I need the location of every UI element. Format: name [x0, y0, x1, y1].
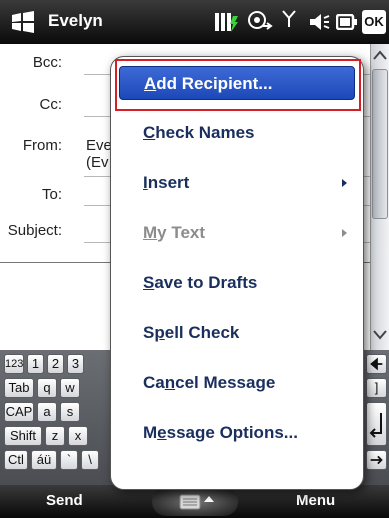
- key-ctl[interactable]: Ctl: [4, 450, 28, 470]
- message-options-menu-item[interactable]: Message Options...: [119, 416, 355, 450]
- right-arrow-key-icon[interactable]: [366, 450, 387, 470]
- bcc-label: Bcc:: [32, 54, 62, 71]
- save-to-drafts-menu-item[interactable]: Save to Drafts: [119, 266, 355, 300]
- power-icon[interactable]: [336, 14, 358, 30]
- key-accents[interactable]: áü: [31, 450, 57, 470]
- windows-flag-icon[interactable]: [10, 11, 36, 33]
- menu-softkey[interactable]: Menu: [296, 492, 335, 509]
- cc-label: Cc:: [39, 96, 63, 113]
- key-z[interactable]: z: [45, 426, 65, 446]
- from-label: From:: [22, 137, 62, 154]
- check-names-menu-item[interactable]: Check Names: [119, 116, 355, 150]
- key-q[interactable]: q: [37, 378, 57, 398]
- subject-label: Subject:: [7, 222, 62, 239]
- scroll-up-arrow-icon[interactable]: [372, 46, 388, 66]
- popup-menu: Add Recipient... Check Names Insert My Text…: [110, 56, 364, 490]
- send-softkey[interactable]: Send: [46, 492, 83, 509]
- input-panel-button[interactable]: [152, 487, 238, 516]
- scroll-thumb[interactable]: [372, 69, 388, 219]
- app-title: Evelyn: [48, 11, 103, 30]
- key-x[interactable]: x: [68, 426, 88, 446]
- key-3[interactable]: 3: [67, 354, 84, 374]
- add-recipient-menu-item[interactable]: Add Recipient...: [119, 66, 355, 100]
- key-backtick[interactable]: `: [60, 450, 78, 470]
- to-label: To:: [41, 186, 62, 203]
- ok-button[interactable]: OK: [362, 10, 386, 34]
- keyboard-icon: [179, 494, 214, 510]
- key-tab[interactable]: Tab: [4, 378, 34, 398]
- backspace-key-icon[interactable]: [366, 354, 387, 374]
- key-caps[interactable]: CAP: [4, 402, 34, 422]
- battery-charging-icon[interactable]: [214, 10, 240, 34]
- key-w[interactable]: w: [60, 378, 80, 398]
- key-backslash[interactable]: \: [81, 450, 99, 470]
- submenu-arrow-icon: [342, 229, 347, 237]
- key-s[interactable]: s: [60, 402, 80, 422]
- from-value-secondary: (Ev: [86, 154, 109, 171]
- insert-menu-item[interactable]: Insert: [119, 166, 355, 200]
- key-right-bracket[interactable]: ]: [366, 378, 387, 398]
- my-text-menu-item: My Text: [119, 216, 355, 250]
- key-123[interactable]: 123: [4, 354, 24, 374]
- enter-arrow-icon: [369, 413, 382, 438]
- key-shift[interactable]: Shift: [4, 426, 42, 446]
- spell-check-menu-item[interactable]: Spell Check: [119, 316, 355, 350]
- enter-key[interactable]: [366, 402, 387, 446]
- key-1[interactable]: 1: [27, 354, 44, 374]
- volume-icon[interactable]: [308, 12, 330, 32]
- key-a[interactable]: a: [37, 402, 57, 422]
- signal-icon[interactable]: [282, 10, 296, 28]
- cancel-message-menu-item[interactable]: Cancel Message: [119, 366, 355, 400]
- submenu-arrow-icon: [342, 179, 347, 187]
- from-value[interactable]: Eve: [86, 137, 112, 154]
- title-bar: Evelyn OK: [0, 0, 389, 44]
- key-2[interactable]: 2: [47, 354, 64, 374]
- scroll-down-arrow-icon[interactable]: [372, 324, 388, 346]
- vertical-scrollbar[interactable]: [370, 44, 389, 350]
- connectivity-icon[interactable]: [247, 10, 273, 34]
